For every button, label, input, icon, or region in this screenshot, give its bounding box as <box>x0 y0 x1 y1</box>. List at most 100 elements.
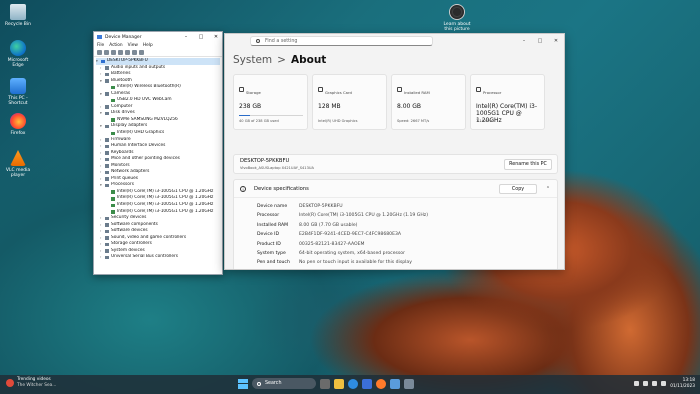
minimize-button[interactable]: – <box>180 34 192 40</box>
back-arrow-icon[interactable] <box>97 50 102 55</box>
device-icon <box>105 229 109 234</box>
news-widget[interactable]: Trending videos The Witcher Sea... <box>6 377 56 388</box>
windows-start-icon[interactable] <box>238 378 248 389</box>
chevron-up-icon[interactable]: ⌃ <box>545 186 551 192</box>
chevron-down-icon[interactable]: ▾ <box>100 123 103 130</box>
device-icon <box>105 157 109 162</box>
file-explorer-icon[interactable] <box>334 378 344 389</box>
taskbar-search[interactable]: Search <box>252 378 316 389</box>
device-icon <box>105 105 109 109</box>
menu-view[interactable]: View <box>128 43 138 48</box>
device-specifications-panel: i Device specifications Copy ⌃ Device na… <box>233 179 558 269</box>
breadcrumb-separator: > <box>277 54 286 66</box>
store-icon[interactable] <box>362 378 372 389</box>
card-label: Storage <box>246 90 261 95</box>
card-subtext: 40 GB of 238 GB used <box>239 119 279 123</box>
tree-item-label: Universal Serial Bus controllers <box>111 254 178 260</box>
edge-desktop-icon[interactable]: Microsoft Edge <box>3 40 33 69</box>
desktop-icon-label: Microsoft Edge <box>7 58 29 69</box>
minimize-button[interactable]: – <box>516 38 532 44</box>
news-icon <box>6 378 14 387</box>
copy-button[interactable]: Copy <box>499 183 537 194</box>
device-icon <box>111 85 115 90</box>
settings-search-input[interactable]: Find a setting <box>250 36 433 46</box>
clock[interactable]: 13:18 01/11/2023 <box>670 378 695 389</box>
chevron-down-icon[interactable]: ▾ <box>96 58 99 65</box>
spec-key: System type <box>257 251 286 257</box>
system-tray: 13:18 01/11/2023 <box>634 378 695 389</box>
spec-key: Processor <box>257 213 280 219</box>
menu-action[interactable]: Action <box>109 43 122 48</box>
scan-hardware-icon[interactable] <box>139 50 144 55</box>
device-icon <box>105 255 109 260</box>
card-label: Installed RAM <box>404 90 430 95</box>
wifi-icon[interactable] <box>643 381 649 386</box>
chevron-down-icon[interactable]: ▾ <box>100 110 103 117</box>
settings-gear-icon[interactable] <box>390 378 400 389</box>
task-view-icon[interactable] <box>320 378 330 389</box>
chevron-up-icon[interactable] <box>634 381 640 386</box>
spec-rows: Device name DESKTOP-5PKKBFU Processor Intel… <box>234 198 557 268</box>
forward-arrow-icon[interactable] <box>104 50 109 55</box>
chevron-right-icon[interactable]: › <box>100 254 103 261</box>
memory-icon <box>397 87 402 92</box>
storage-icon <box>239 87 244 92</box>
tree-category[interactable]: › Universal Serial Bus controllers <box>96 254 220 261</box>
volume-icon[interactable] <box>652 381 658 386</box>
firefox-icon[interactable] <box>376 378 386 389</box>
spec-key: Installed RAM <box>257 222 289 228</box>
battery-icon[interactable] <box>661 381 667 386</box>
spec-value: 8.00 GB (7.70 GB usable) <box>299 222 358 228</box>
page-title: About <box>290 54 327 66</box>
ram-card[interactable]: Installed RAM 8.00 GB Speed: 2667 MT/s <box>391 74 466 130</box>
update-driver-icon[interactable] <box>132 50 137 55</box>
spec-key: Device name <box>257 204 288 209</box>
maximize-button[interactable]: □ <box>532 38 548 44</box>
properties-icon[interactable] <box>118 50 123 55</box>
device-name-panel: DESKTOP-5PKKBFU VivoBook_ASUSLaptop X421… <box>233 154 558 174</box>
storage-card[interactable]: Storage 238 GB 40 GB of 238 GB used <box>233 74 308 130</box>
show-hide-tree-icon[interactable] <box>111 50 116 55</box>
computer-icon <box>101 59 105 64</box>
firefox-icon <box>10 113 26 129</box>
card-subtext: 1.19 GHz <box>476 119 493 123</box>
device-manager-window: Device Manager – □ ✕ File Action View He… <box>93 31 223 275</box>
device-icon <box>105 79 109 83</box>
vlc-desktop-icon[interactable]: VLC media player <box>3 150 33 179</box>
device-manager-icon[interactable] <box>404 378 414 389</box>
search-icon <box>256 39 260 43</box>
close-button[interactable]: ✕ <box>210 34 222 40</box>
this-pc-desktop-icon[interactable]: This PC - Shortcut <box>3 78 33 107</box>
title-bar: Device Manager – □ ✕ <box>94 32 222 42</box>
device-specifications-header[interactable]: i Device specifications Copy ⌃ <box>234 180 557 198</box>
info-icon: i <box>240 185 246 192</box>
close-button[interactable]: ✕ <box>548 38 564 44</box>
device-icon <box>105 151 109 155</box>
spec-row: Processor Intel(R) Core(TM) i3-1005G1 CPU… <box>257 211 557 220</box>
rename-pc-button[interactable]: Rename this PC <box>504 159 552 170</box>
maximize-button[interactable]: □ <box>195 34 207 40</box>
help-icon[interactable] <box>125 50 130 55</box>
desktop-icon-label: This PC - Shortcut <box>8 96 28 107</box>
chevron-down-icon[interactable]: ▾ <box>100 91 103 98</box>
processor-card[interactable]: Processor Intel(R) Core(TM) i3-1005G1 CP… <box>470 74 545 130</box>
spec-key: Device ID <box>257 232 280 238</box>
recycle-bin-desktop-icon[interactable]: Recycle Bin <box>3 4 33 27</box>
edge-icon[interactable] <box>348 378 358 389</box>
device-icon <box>111 190 115 194</box>
card-value: 128 MB <box>318 103 341 110</box>
desktop-icon-label: Firefox <box>10 131 26 136</box>
learn-picture-desktop-icon[interactable]: Learn about this picture <box>440 4 474 33</box>
news-subtitle: The Witcher Sea... <box>17 382 57 388</box>
graphics-card[interactable]: Graphics Card 128 MB Intel(R) UHD Graphi… <box>312 74 387 130</box>
vlc-cone-icon <box>10 150 26 166</box>
chevron-down-icon[interactable]: ▾ <box>100 78 103 85</box>
card-label: Graphics Card <box>325 90 352 95</box>
firefox-desktop-icon[interactable]: Firefox <box>3 113 33 136</box>
chevron-down-icon[interactable]: ▾ <box>100 182 103 189</box>
toolbar <box>94 49 222 57</box>
breadcrumb-system[interactable]: System <box>233 54 272 66</box>
menu-help[interactable]: Help <box>143 43 153 48</box>
spec-value: Intel(R) Core(TM) i3-1005G1 CPU @ 1.20GH… <box>299 213 429 219</box>
menu-file[interactable]: File <box>97 43 104 48</box>
